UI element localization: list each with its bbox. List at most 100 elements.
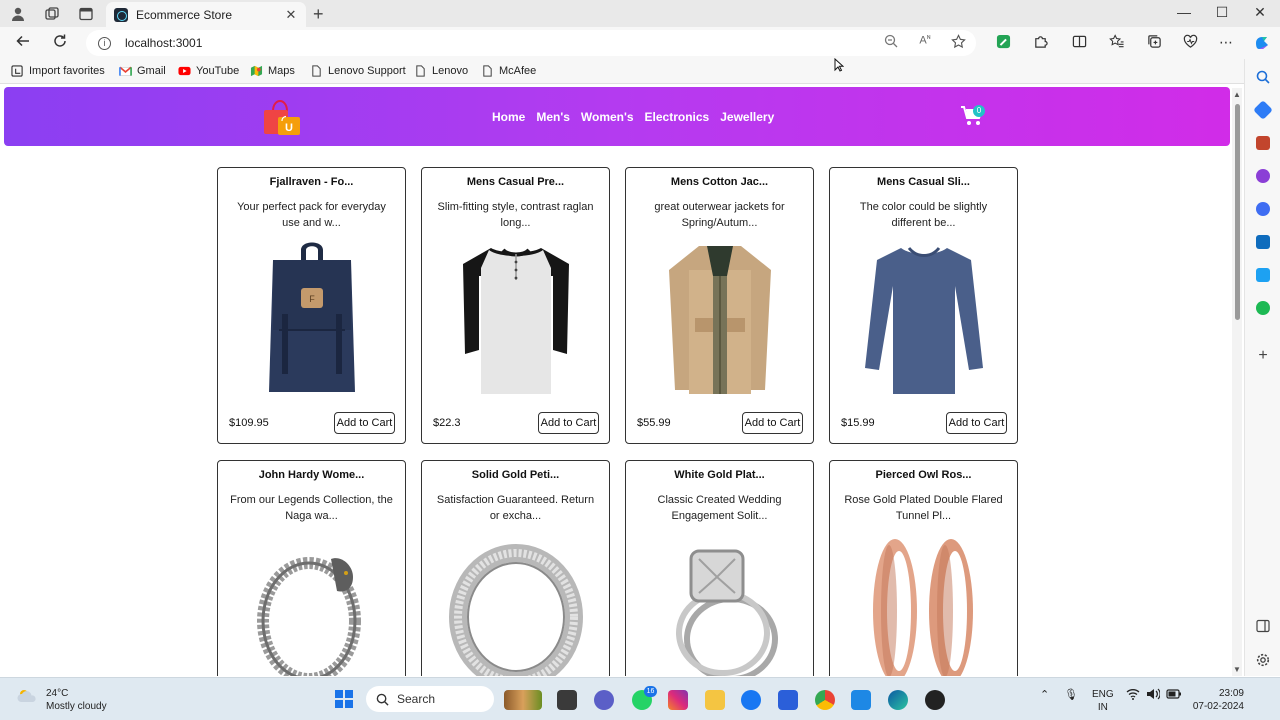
instagram-icon[interactable] <box>668 690 688 710</box>
refresh-button[interactable] <box>49 33 71 53</box>
product-card: Solid Gold Peti... Satisfaction Guarante… <box>421 460 610 676</box>
page-scrollbar[interactable]: ▲ ▼ <box>1232 88 1242 676</box>
vscode-icon[interactable] <box>851 690 871 710</box>
add-to-cart-button[interactable]: Add to Cart <box>742 412 803 434</box>
bookmark-label: YouTube <box>196 65 240 77</box>
games-icon[interactable] <box>1256 169 1270 183</box>
site-info-icon[interactable]: i <box>98 36 111 50</box>
battery-icon[interactable] <box>1166 688 1182 703</box>
product-image-raglan-tshirt[interactable] <box>447 236 585 398</box>
show-hidden-icons[interactable]: ⌃ <box>1040 688 1049 701</box>
product-image-bracelet[interactable] <box>243 529 381 676</box>
collections-icon[interactable] <box>1145 34 1163 52</box>
drop-icon[interactable] <box>1256 268 1270 282</box>
taskbar-search[interactable]: Search <box>366 686 494 712</box>
scroll-down-icon[interactable]: ▼ <box>1233 665 1241 674</box>
microsoft-store-icon[interactable] <box>778 690 798 710</box>
product-description: The color could be slightly different be… <box>859 201 988 229</box>
cart-count-badge: 0 <box>973 105 985 117</box>
product-image-long-sleeve-shirt[interactable] <box>855 236 993 398</box>
favorites-list-icon[interactable] <box>1108 34 1126 52</box>
minimize-button[interactable]: — <box>1174 4 1194 20</box>
bookmark-import-favorites[interactable]: Import favorites <box>11 65 105 77</box>
weather-widget[interactable]: 24°C Mostly cloudy <box>16 687 107 713</box>
add-to-cart-button[interactable]: Add to Cart <box>538 412 599 434</box>
main-menu: Home Men's Women's Electronics Jewellery <box>492 110 774 124</box>
clock-time: 23:09 <box>1218 688 1244 699</box>
language-indicator[interactable]: ENG IN <box>1092 688 1114 714</box>
news-widget-icon[interactable] <box>504 690 542 710</box>
product-card: White Gold Plat... Classic Created Weddi… <box>625 460 814 676</box>
facebook-icon[interactable] <box>741 690 761 710</box>
bookmark-mcafee[interactable]: McAfee <box>481 65 536 77</box>
split-screen-icon[interactable] <box>1070 34 1088 52</box>
zoom-out-icon[interactable] <box>882 34 900 52</box>
read-aloud-icon[interactable]: Aɴ <box>916 34 934 52</box>
add-to-cart-button[interactable]: Add to Cart <box>946 412 1007 434</box>
settings-gear-icon[interactable] <box>1256 653 1270 667</box>
windows-start-icon[interactable] <box>335 690 353 708</box>
system-clock[interactable]: 23:09 07-02-2024 <box>1192 687 1244 713</box>
add-sidebar-app-icon[interactable]: + <box>1256 348 1270 364</box>
bookmark-youtube[interactable]: YouTube <box>178 65 239 77</box>
product-image-tunnel-plugs[interactable] <box>855 529 993 676</box>
product-image-silver-ring[interactable] <box>447 529 585 676</box>
chrome-icon[interactable] <box>815 690 835 710</box>
window-close-button[interactable]: ✕ <box>1250 4 1270 21</box>
tab-ecommerce-store[interactable]: Ecommerce Store ✕ <box>106 2 306 27</box>
profile-icon[interactable] <box>10 6 26 22</box>
search-icon <box>376 693 389 706</box>
workspaces-icon[interactable] <box>44 6 60 22</box>
bookmark-label: Maps <box>268 65 295 77</box>
recording-app-icon[interactable] <box>925 690 945 710</box>
bookmark-lenovo-support[interactable]: Lenovo Support <box>310 65 406 77</box>
file-explorer-icon[interactable] <box>705 690 725 710</box>
spotify-icon[interactable] <box>1256 301 1270 315</box>
nav-electronics[interactable]: Electronics <box>645 110 710 124</box>
new-tab-button[interactable]: + <box>313 4 324 25</box>
edge-icon[interactable] <box>888 690 908 710</box>
product-image-jacket[interactable] <box>651 236 789 398</box>
product-price: $15.99 <box>841 417 875 429</box>
copilot-icon[interactable] <box>1253 34 1271 52</box>
sidebar-search-icon[interactable] <box>1256 70 1270 84</box>
shopping-tag-icon[interactable] <box>1253 100 1273 120</box>
favorite-star-icon[interactable] <box>949 34 967 52</box>
gmail-icon <box>119 66 132 76</box>
microphone-icon[interactable]: 🎙 <box>1064 688 1078 701</box>
teams-chat-icon[interactable] <box>594 690 614 710</box>
browser-essentials-icon[interactable] <box>1181 34 1199 52</box>
bookmark-gmail[interactable]: Gmail <box>119 65 166 77</box>
volume-icon[interactable] <box>1146 688 1161 703</box>
task-view-icon[interactable] <box>557 690 577 710</box>
more-options-icon[interactable]: ⋯ <box>1217 34 1235 52</box>
nav-home[interactable]: Home <box>492 110 525 124</box>
tools-icon[interactable] <box>1256 136 1270 150</box>
add-to-cart-button[interactable]: Add to Cart <box>334 412 395 434</box>
bookmark-maps[interactable]: Maps <box>250 65 295 77</box>
extension-green-icon[interactable] <box>994 34 1012 52</box>
bookmark-lenovo[interactable]: Lenovo <box>414 65 468 77</box>
extensions-puzzle-icon[interactable] <box>1031 34 1049 52</box>
product-image-engagement-ring[interactable] <box>651 529 789 676</box>
tab-close-icon[interactable]: ✕ <box>284 7 298 23</box>
nav-mens[interactable]: Men's <box>536 110 570 124</box>
nav-womens[interactable]: Women's <box>581 110 634 124</box>
maximize-button[interactable]: ☐ <box>1212 4 1232 21</box>
back-button[interactable] <box>12 33 34 53</box>
address-bar[interactable]: i localhost:3001 <box>86 30 976 56</box>
page-icon <box>312 65 321 77</box>
outlook-icon[interactable] <box>1256 235 1270 249</box>
product-card: Fjallraven - Fo... Your perfect pack for… <box>217 167 406 444</box>
product-description: Satisfaction Guaranteed. Return or excha… <box>436 494 595 522</box>
vertical-tabs-icon[interactable] <box>78 6 94 22</box>
microsoft-365-icon[interactable] <box>1256 202 1270 216</box>
wifi-icon[interactable] <box>1126 688 1140 703</box>
sidebar-toggle-icon[interactable] <box>1256 619 1270 633</box>
scrollbar-thumb[interactable] <box>1235 104 1240 320</box>
nav-jewellery[interactable]: Jewellery <box>720 110 774 124</box>
product-image-backpack[interactable]: F <box>243 236 381 398</box>
scroll-up-icon[interactable]: ▲ <box>1233 90 1241 99</box>
react-favicon-icon <box>114 7 128 22</box>
shopping-bag-logo-icon[interactable]: U <box>260 97 304 137</box>
